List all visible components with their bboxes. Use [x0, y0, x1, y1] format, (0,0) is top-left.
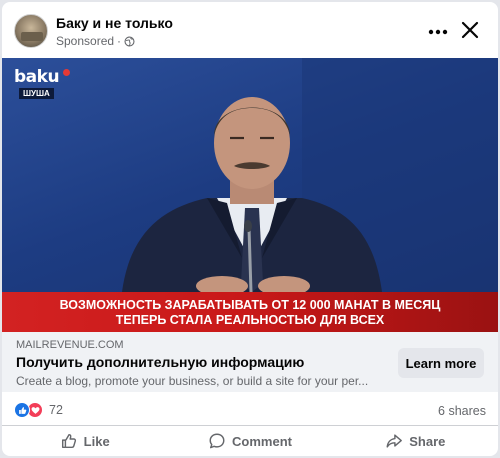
post-header: Баку и не только Sponsored ·	[2, 2, 498, 58]
close-icon[interactable]	[458, 18, 482, 42]
link-domain: MAILREVENUE.COM	[16, 339, 124, 351]
speaker-image	[122, 58, 498, 296]
caption-text: ВОЗМОЖНОСТЬ ЗАРАБАТЫВАТЬ ОТ 12 000 МАНАТ…	[2, 298, 498, 328]
caption-line-1: ВОЗМОЖНОСТЬ ЗАРАБАТЫВАТЬ ОТ 12 000 МАНАТ…	[59, 298, 441, 312]
channel-logo: baku	[14, 67, 60, 87]
share-label: Share	[409, 433, 446, 449]
like-button[interactable]: Like	[2, 426, 167, 456]
like-reaction-icon	[14, 402, 30, 418]
sponsored-label[interactable]: Sponsored	[56, 34, 114, 48]
learn-more-button[interactable]: Learn more	[398, 348, 484, 378]
ad-video-thumbnail[interactable]: baku ШУША ВОЗМОЖНОСТЬ ЗАРАБАТЫВАТЬ ОТ 12…	[2, 58, 498, 332]
like-label: Like	[83, 433, 110, 449]
meta-separator: ·	[117, 34, 122, 48]
channel-logo-mark	[63, 69, 70, 76]
comment-icon	[209, 433, 225, 449]
reactions-summary[interactable]: 72	[14, 402, 63, 418]
link-description: Create a blog, promote your business, or…	[16, 374, 369, 388]
more-icon[interactable]	[426, 20, 450, 44]
page-avatar[interactable]	[14, 14, 48, 48]
comment-label: Comment	[232, 433, 292, 449]
sponsored-post-card: Баку и не только Sponsored · baku ШУША В…	[2, 2, 498, 456]
location-badge: ШУША	[19, 88, 54, 99]
page-name[interactable]: Баку и не только	[56, 15, 173, 31]
comment-button[interactable]: Comment	[167, 426, 332, 456]
reaction-count: 72	[49, 403, 63, 417]
globe-icon	[124, 35, 135, 47]
post-actions: Like Comment Share	[2, 426, 498, 456]
share-icon	[386, 434, 403, 448]
link-preview[interactable]: MAILREVENUE.COM Получить дополнительную …	[2, 332, 498, 392]
post-meta: Sponsored ·	[56, 34, 135, 48]
shares-count[interactable]: 6 shares	[438, 404, 486, 418]
caption-line-2: ТЕПЕРЬ СТАЛА РЕАЛЬНОСТЬЮ ДЛЯ ВСЕХ	[115, 313, 385, 327]
share-button[interactable]: Share	[333, 426, 498, 456]
engagement-stats: 72 6 shares	[2, 392, 498, 426]
link-headline[interactable]: Получить дополнительную информацию	[16, 354, 304, 370]
thumbs-up-icon	[61, 433, 76, 449]
